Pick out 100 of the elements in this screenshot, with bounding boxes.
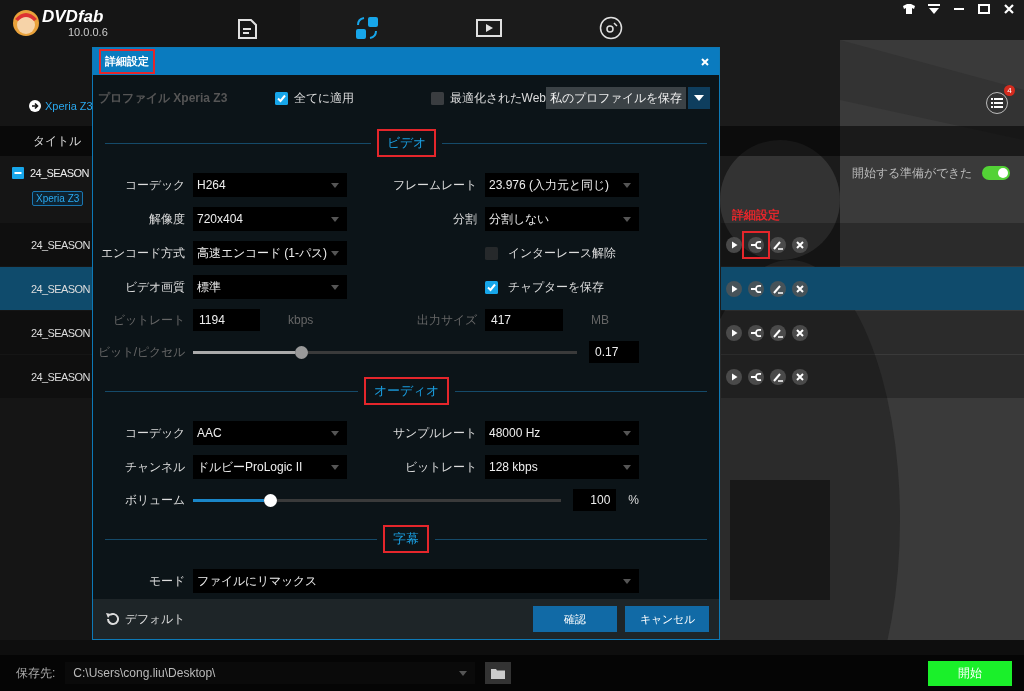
dropdown[interactable]: H264 (193, 173, 347, 197)
field-label: ビットレート (404, 458, 477, 476)
remove-button[interactable] (792, 324, 808, 341)
default-button[interactable]: デフォルト (105, 610, 185, 628)
wrench-button[interactable] (748, 324, 764, 341)
selected-row[interactable]: 24_SEASON (0, 267, 92, 310)
field-label: 分割 (452, 210, 477, 228)
slider-thumb[interactable] (264, 493, 278, 507)
dropdown-button[interactable] (688, 87, 710, 109)
column-header: タイトル (33, 132, 81, 150)
dialog-title: 詳細設定 (99, 49, 155, 74)
value-field[interactable]: 100 (573, 489, 617, 511)
dropdown[interactable]: ドルビーProLogic II (193, 455, 347, 479)
row-title: 24_SEASON (31, 370, 90, 383)
checkbox[interactable] (275, 91, 289, 105)
row-title: 24_SEASON (31, 326, 90, 339)
list-row[interactable]: 24_SEASON (0, 311, 92, 354)
maximize-icon[interactable] (978, 4, 990, 14)
dropdown[interactable]: 高速エンコード (1-パス) (193, 241, 347, 265)
checkbox-label: 全てに適用 (294, 89, 355, 107)
checkbox[interactable] (430, 91, 444, 105)
caret-icon (459, 670, 468, 676)
section-title: ビデオ (376, 129, 436, 157)
dropdown[interactable]: 720x404 (193, 207, 347, 231)
unit-label: kbps (288, 313, 314, 327)
caret-icon (623, 216, 631, 222)
confirm-button[interactable]: 確認 (533, 606, 617, 632)
edit-button[interactable] (770, 280, 786, 297)
checkbox-label: チャプターを保存 (508, 278, 604, 296)
list-icon (991, 98, 1003, 108)
cancel-button[interactable]: キャンセル (625, 606, 709, 632)
row-title: 24_SEASON (31, 238, 90, 251)
field-label: コーデック (124, 176, 185, 194)
logo-mascot-icon (12, 9, 40, 37)
collapse-icon[interactable] (12, 167, 24, 179)
dropdown[interactable]: AAC (193, 421, 347, 445)
dropdown[interactable]: 48000 Hz (485, 421, 639, 445)
unit-label: MB (591, 313, 609, 327)
caret-icon (331, 284, 339, 290)
save-profile-button[interactable]: 私のプロファイルを保存 (546, 87, 686, 109)
wrench-button[interactable] (748, 236, 764, 253)
browse-button[interactable] (485, 662, 512, 684)
profile-title: プロファイル Xperia Z3 (98, 89, 229, 107)
dropdown[interactable]: ファイルにリマックス (193, 569, 639, 593)
caret-icon (623, 430, 631, 436)
play-button[interactable] (726, 368, 742, 385)
wrench-button[interactable] (748, 280, 764, 297)
caret-icon (623, 182, 631, 188)
path-field[interactable]: C:\Users\cong.liu\Desktop\ (65, 662, 476, 684)
field-label: サンプルレート (392, 424, 477, 442)
section-title: オーディオ (363, 377, 449, 405)
annotation-label: 詳細設定 (732, 206, 780, 224)
play-button[interactable] (726, 236, 742, 253)
checkbox-label: 最適化されたWeb (449, 89, 546, 107)
video-play-icon[interactable] (476, 18, 502, 38)
caret-icon (694, 95, 704, 101)
edit-button[interactable] (770, 236, 786, 253)
slider-fill[interactable] (193, 498, 265, 502)
document-icon[interactable] (236, 16, 258, 40)
version-label: 10.0.0.6 (68, 26, 108, 38)
dropdown[interactable]: 128 kbps (485, 455, 639, 479)
field-label: エンコード方式 (100, 244, 185, 262)
slider-thumb[interactable] (294, 345, 308, 359)
profile-tag[interactable]: Xperia Z3 (32, 191, 84, 206)
dropdown[interactable]: 23.976 (入力元と同じ) (485, 173, 639, 197)
edit-button[interactable] (770, 368, 786, 385)
play-button[interactable] (726, 324, 742, 341)
arrow-circle-icon (29, 100, 41, 112)
toggle-switch[interactable] (982, 166, 1010, 180)
field-label: 出力サイズ (416, 311, 477, 329)
caret-icon (623, 464, 631, 470)
checkbox[interactable] (485, 280, 498, 294)
convert-icon[interactable] (355, 16, 379, 40)
caret-icon (331, 464, 339, 470)
profile-link[interactable]: Xperia Z3 (29, 100, 93, 112)
edit-button[interactable] (770, 324, 786, 341)
disc-icon[interactable] (599, 16, 623, 40)
close-icon[interactable] (1003, 4, 1015, 14)
wrench-button[interactable] (748, 368, 764, 385)
dropdown[interactable]: 標準 (193, 275, 347, 299)
field-label: ビットレート (112, 311, 185, 329)
section-title: 字幕 (383, 525, 429, 553)
count-badge: 4 (1004, 85, 1015, 96)
field-label: フレームレート (392, 176, 477, 194)
status-text: 開始する準備ができた (852, 164, 972, 182)
remove-button[interactable] (792, 368, 808, 385)
list-row[interactable]: 24_SEASON (0, 223, 92, 266)
shirt-icon[interactable] (903, 4, 915, 14)
remove-button[interactable] (792, 236, 808, 253)
checkbox-label: インターレース解除 (508, 244, 616, 262)
field-label: 解像度 (148, 210, 185, 228)
list-row[interactable]: 24_SEASON (0, 355, 92, 398)
field-label: モード (148, 572, 185, 590)
caret-icon (331, 430, 339, 436)
remove-button[interactable] (792, 280, 808, 297)
dropdown[interactable]: 分割しない (485, 207, 639, 231)
group-title: 24_SEASON (30, 167, 89, 179)
field-label: ボリューム (124, 491, 185, 509)
play-button[interactable] (726, 280, 742, 297)
menu-icon[interactable] (928, 4, 940, 14)
